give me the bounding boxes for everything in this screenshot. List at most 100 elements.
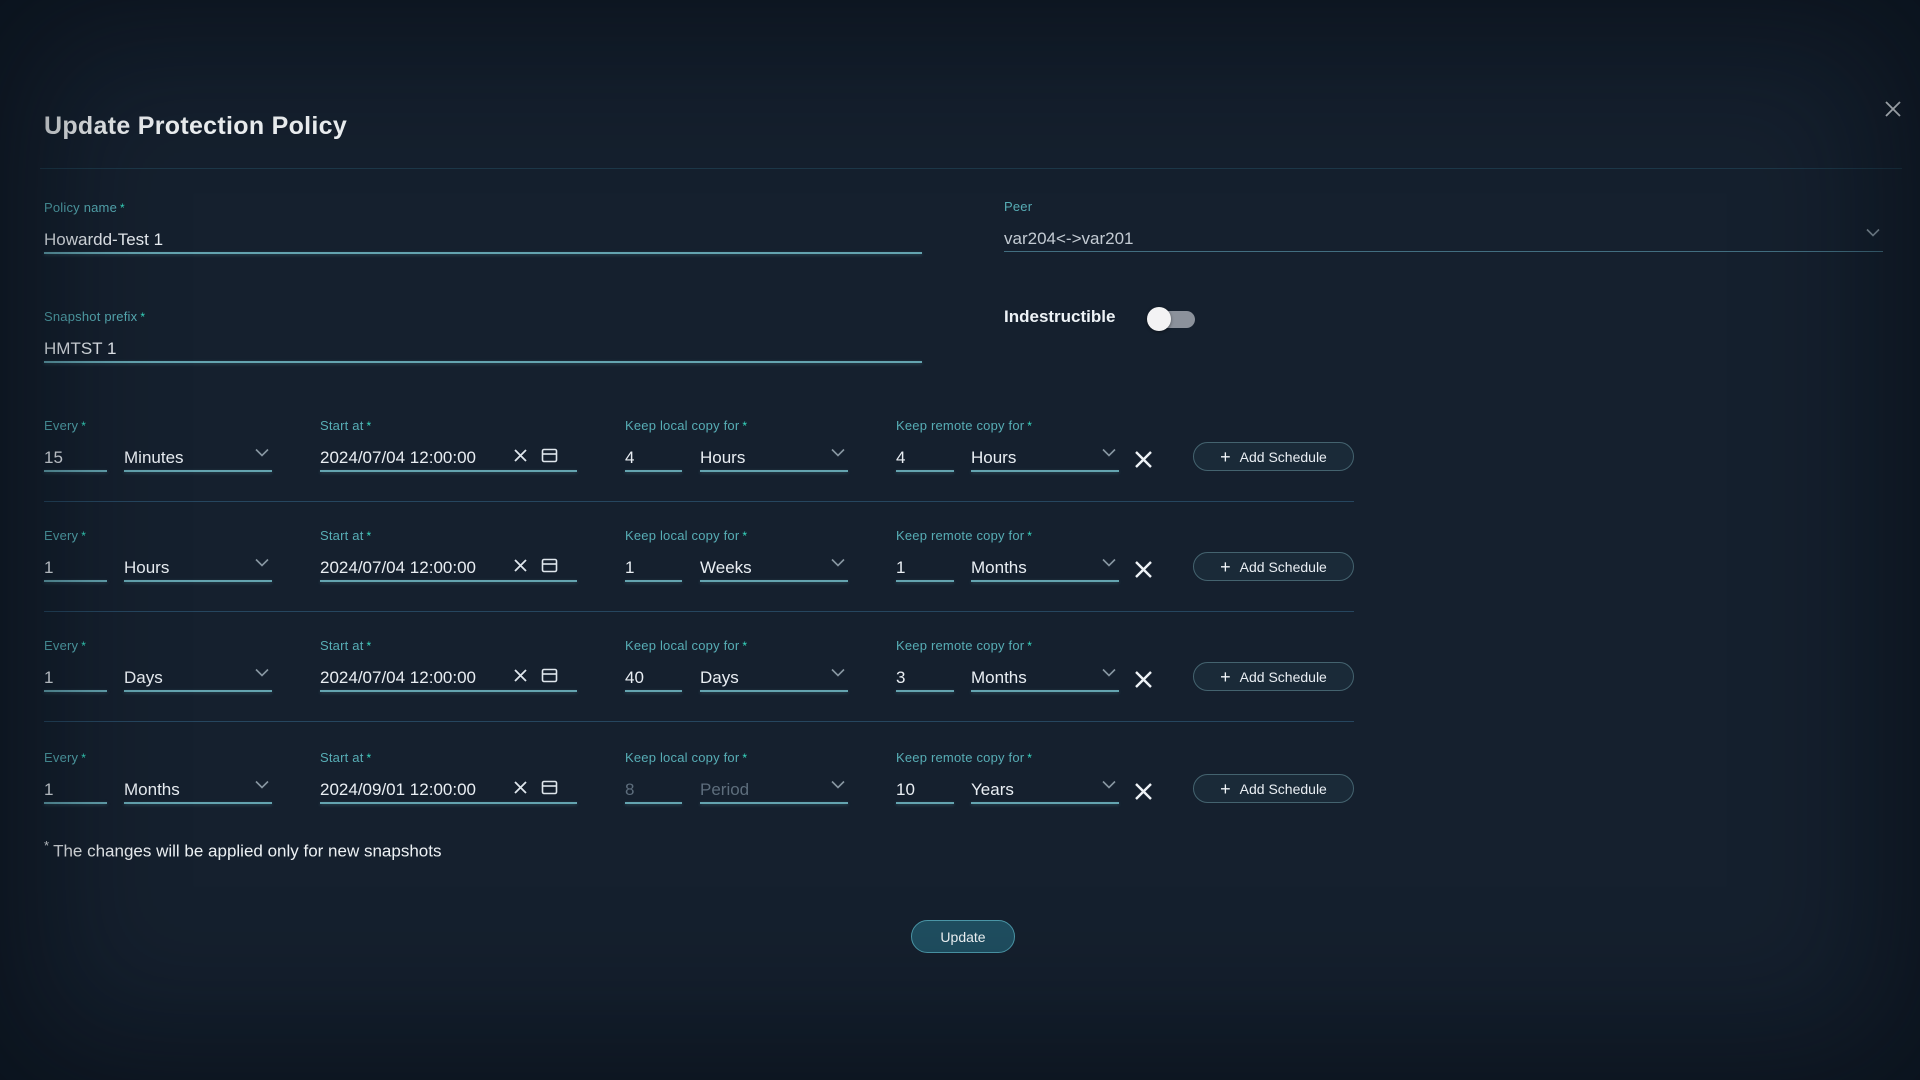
add-schedule-button[interactable]: + Add Schedule	[1193, 662, 1354, 691]
chevron-down-icon[interactable]	[1102, 776, 1116, 794]
every-value-underline	[44, 802, 107, 804]
add-schedule-label: Add Schedule	[1240, 781, 1327, 797]
snapshot-prefix-input[interactable]: HMTST 1	[44, 336, 922, 361]
keep-remote-label: Keep remote copy for*	[896, 750, 954, 766]
every-unit-select[interactable]: Minutes	[124, 418, 272, 472]
keep-remote-unit-select[interactable]: Years	[971, 750, 1119, 804]
keep-local-value-input[interactable]: 4	[625, 445, 682, 470]
peer-value: var204<->var201	[1004, 226, 1883, 251]
delete-schedule-icon[interactable]	[1131, 447, 1155, 471]
calendar-icon[interactable]	[541, 557, 558, 573]
keep-local-unit-underline	[700, 802, 848, 804]
add-schedule-button[interactable]: + Add Schedule	[1193, 774, 1354, 803]
every-label: Every*	[44, 418, 107, 434]
every-value-input[interactable]: 1	[44, 665, 107, 690]
keep-remote-label: Keep remote copy for*	[896, 528, 954, 544]
chevron-down-icon[interactable]	[1102, 444, 1116, 462]
keep-local-value-field: Keep local copy for* 1	[625, 528, 682, 582]
chevron-down-icon[interactable]	[1102, 554, 1116, 572]
chevron-down-icon[interactable]	[831, 554, 845, 572]
chevron-down-icon[interactable]	[255, 776, 269, 794]
clear-date-icon[interactable]	[513, 668, 528, 683]
keep-local-unit-select[interactable]: Days	[700, 638, 848, 692]
keep-remote-value-underline	[896, 802, 954, 804]
clear-date-icon[interactable]	[513, 558, 528, 573]
chevron-down-icon[interactable]	[831, 444, 845, 462]
every-label: Every*	[44, 528, 107, 544]
peer-select[interactable]: Peer var204<->var201	[1004, 199, 1883, 252]
chevron-down-icon[interactable]	[831, 776, 845, 794]
keep-local-label: Keep local copy for*	[625, 638, 682, 654]
calendar-icon[interactable]	[541, 667, 558, 683]
keep-remote-unit-select[interactable]: Months	[971, 638, 1119, 692]
keep-remote-value-input[interactable]: 3	[896, 665, 954, 690]
keep-remote-value-field: Keep remote copy for* 3	[896, 638, 954, 692]
add-schedule-button[interactable]: + Add Schedule	[1193, 552, 1354, 581]
update-protection-policy-dialog: Update Protection Policy Policy name* Ho…	[0, 0, 1920, 1080]
keep-local-value-input[interactable]: 40	[625, 665, 682, 690]
keep-remote-unit-underline	[971, 580, 1119, 582]
keep-remote-value-input[interactable]: 1	[896, 555, 954, 580]
update-button[interactable]: Update	[911, 920, 1015, 953]
keep-remote-unit-select[interactable]: Hours	[971, 418, 1119, 472]
start-at-underline	[320, 580, 577, 582]
close-icon[interactable]	[1878, 94, 1908, 124]
required-marker: *	[367, 639, 372, 653]
keep-local-unit-select[interactable]: Weeks	[700, 528, 848, 582]
snapshot-prefix-underline	[44, 361, 922, 363]
chevron-down-icon[interactable]	[255, 444, 269, 462]
every-unit-label	[124, 638, 272, 654]
keep-local-unit-select[interactable]: Hours	[700, 418, 848, 472]
keep-remote-unit-label	[971, 528, 1119, 544]
every-unit-select[interactable]: Hours	[124, 528, 272, 582]
every-value-input[interactable]: 15	[44, 445, 107, 470]
delete-schedule-icon[interactable]	[1131, 557, 1155, 581]
schedule-row: Every* 1 Months Start at* 2024/09/01 12:…	[0, 750, 1920, 842]
delete-schedule-icon[interactable]	[1131, 667, 1155, 691]
start-at-field: Start at* 2024/07/04 12:00:00	[320, 418, 577, 472]
delete-schedule-icon[interactable]	[1131, 779, 1155, 803]
clear-date-icon[interactable]	[513, 448, 528, 463]
keep-remote-unit-value: Months	[971, 555, 1119, 580]
chevron-down-icon[interactable]	[831, 664, 845, 682]
keep-remote-value-underline	[896, 690, 954, 692]
chevron-down-icon[interactable]	[255, 664, 269, 682]
keep-local-value-underline	[625, 690, 682, 692]
keep-local-unit-select[interactable]: Period	[700, 750, 848, 804]
keep-remote-label: Keep remote copy for*	[896, 638, 954, 654]
keep-local-value-input[interactable]: 1	[625, 555, 682, 580]
chevron-down-icon[interactable]	[1866, 224, 1880, 242]
every-unit-value: Months	[124, 777, 272, 802]
chevron-down-icon[interactable]	[1102, 664, 1116, 682]
keep-remote-value-input[interactable]: 10	[896, 777, 954, 802]
keep-local-unit-value: Days	[700, 665, 848, 690]
keep-remote-unit-select[interactable]: Months	[971, 528, 1119, 582]
every-value-input[interactable]: 1	[44, 777, 107, 802]
every-unit-value: Hours	[124, 555, 272, 580]
indestructible-toggle[interactable]	[1149, 311, 1195, 328]
every-unit-select[interactable]: Months	[124, 750, 272, 804]
calendar-icon[interactable]	[541, 447, 558, 463]
every-value-input[interactable]: 1	[44, 555, 107, 580]
footnote-text: The changes will be applied only for new…	[53, 842, 441, 861]
keep-remote-unit-label	[971, 418, 1119, 434]
row-divider	[44, 721, 1354, 722]
keep-local-unit-label	[700, 750, 848, 766]
chevron-down-icon[interactable]	[255, 554, 269, 572]
keep-local-value-underline	[625, 802, 682, 804]
every-unit-select[interactable]: Days	[124, 638, 272, 692]
required-marker: *	[81, 419, 86, 433]
policy-name-input[interactable]: Howardd-Test 1	[44, 227, 922, 252]
keep-local-label: Keep local copy for*	[625, 528, 682, 544]
add-schedule-label: Add Schedule	[1240, 669, 1327, 685]
add-schedule-button[interactable]: + Add Schedule	[1193, 442, 1354, 471]
clear-date-icon[interactable]	[513, 780, 528, 795]
keep-local-unit-value: Weeks	[700, 555, 848, 580]
keep-local-label: Keep local copy for*	[625, 750, 682, 766]
keep-remote-value-input[interactable]: 4	[896, 445, 954, 470]
start-at-label: Start at*	[320, 750, 577, 766]
keep-local-value-input[interactable]: 8	[625, 777, 682, 802]
calendar-icon[interactable]	[541, 779, 558, 795]
every-unit-label	[124, 750, 272, 766]
start-at-underline	[320, 470, 577, 472]
